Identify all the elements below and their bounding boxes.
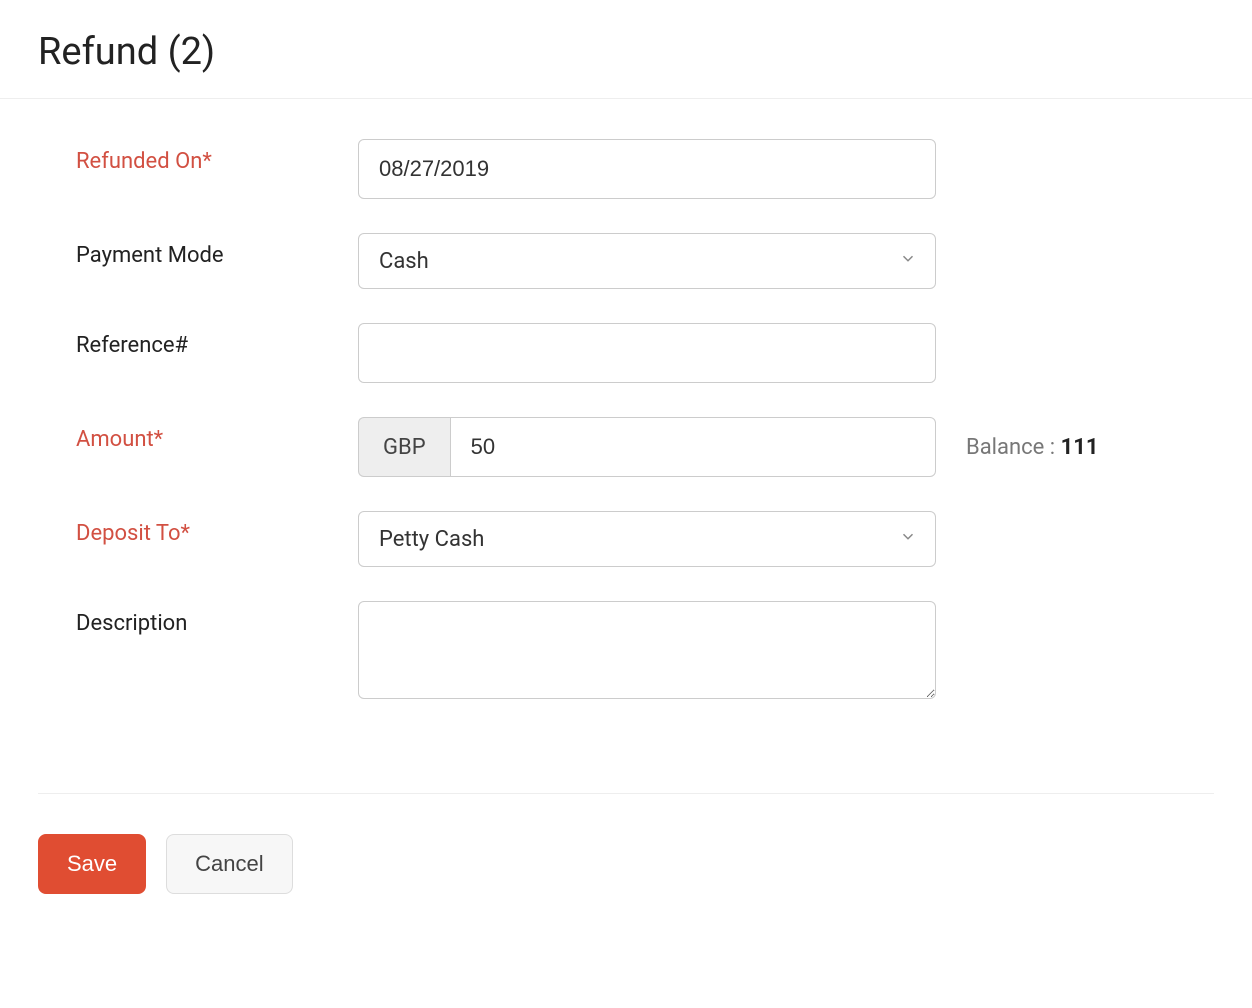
reference-row: Reference# <box>38 323 1214 383</box>
amount-row: Amount* GBP Balance : 111 <box>38 417 1214 477</box>
form-footer: Save Cancel <box>38 793 1214 934</box>
reference-label: Reference# <box>38 323 358 358</box>
payment-mode-value: Cash <box>379 249 429 274</box>
payment-mode-select[interactable]: Cash <box>358 233 936 289</box>
reference-input[interactable] <box>358 323 936 383</box>
balance-display: Balance : 111 <box>966 435 1098 460</box>
chevron-down-icon <box>899 527 917 552</box>
save-button[interactable]: Save <box>38 834 146 894</box>
page-title: Refund (2) <box>38 30 1214 74</box>
description-row: Description <box>38 601 1214 699</box>
description-textarea[interactable] <box>358 601 936 699</box>
payment-mode-row: Payment Mode Cash <box>38 233 1214 289</box>
deposit-to-row: Deposit To* Petty Cash <box>38 511 1214 567</box>
chevron-down-icon <box>899 249 917 274</box>
deposit-to-value: Petty Cash <box>379 527 484 552</box>
deposit-to-label: Deposit To* <box>38 511 358 546</box>
balance-value: 111 <box>1061 435 1099 460</box>
refunded-on-input[interactable] <box>358 139 936 199</box>
amount-label: Amount* <box>38 417 358 452</box>
refunded-on-row: Refunded On* <box>38 139 1214 199</box>
deposit-to-select[interactable]: Petty Cash <box>358 511 936 567</box>
description-label: Description <box>38 601 358 636</box>
refund-form: Refunded On* Payment Mode Cash Reference… <box>0 99 1252 753</box>
cancel-button[interactable]: Cancel <box>166 834 292 894</box>
currency-prefix: GBP <box>358 417 450 477</box>
amount-input[interactable] <box>450 417 936 477</box>
amount-input-group: GBP <box>358 417 936 477</box>
refunded-on-label: Refunded On* <box>38 139 358 174</box>
balance-label: Balance : <box>966 435 1061 460</box>
payment-mode-label: Payment Mode <box>38 233 358 268</box>
